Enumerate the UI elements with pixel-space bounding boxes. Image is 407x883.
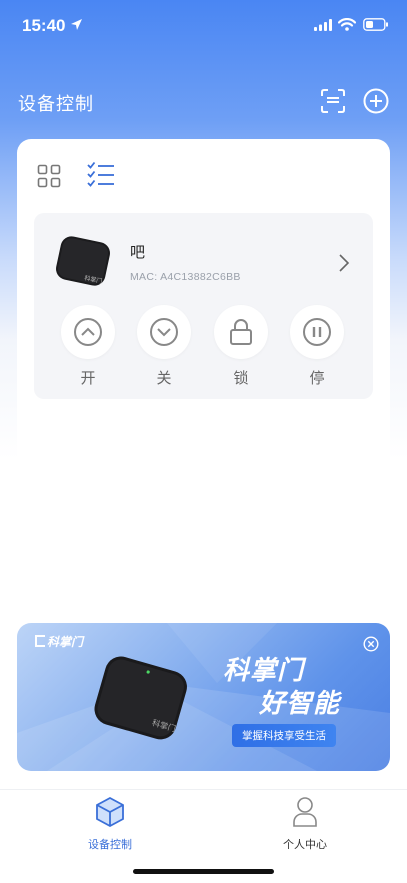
home-indicator[interactable]: [133, 869, 274, 874]
tab-device-control-label: 设备控制: [88, 838, 132, 851]
scan-icon: [321, 89, 345, 113]
banner-logo: 科掌门: [35, 633, 83, 650]
banner-title-line2: 好智能: [259, 689, 341, 719]
pause-icon: [303, 318, 331, 346]
lock-button[interactable]: 锁: [213, 305, 269, 388]
banner-title-line1: 科掌门: [223, 656, 305, 686]
chevron-down-circle-icon: [150, 318, 178, 346]
add-circle-icon: [363, 88, 389, 114]
stop-label: 停: [309, 369, 325, 387]
open-button[interactable]: 开: [60, 305, 116, 388]
device-image: 科掌门: [56, 236, 110, 286]
add-device-button[interactable]: [362, 87, 390, 115]
banner-slogan: 掌握科技享受生活: [232, 724, 336, 747]
status-bar: 15:40: [0, 0, 407, 52]
banner-device-image: 科掌门: [94, 656, 187, 740]
device-list-card: 科掌门 吧 MAC: A4C13882C6BB 开 关 锁 停: [17, 139, 390, 629]
tab-profile[interactable]: 个人中心: [245, 796, 365, 852]
cube-icon: [96, 796, 124, 828]
device-mac: MAC: A4C13882C6BB: [130, 271, 241, 283]
close-icon[interactable]: [363, 636, 379, 652]
promo-banner[interactable]: 科掌门 科掌门 科掌门 好智能 掌握科技享受生活: [17, 623, 390, 771]
lock-icon: [230, 319, 252, 345]
chevron-up-circle-icon: [74, 318, 102, 346]
stop-button[interactable]: 停: [289, 305, 345, 388]
status-time: 15:40: [22, 16, 66, 35]
page-title: 设备控制: [18, 94, 94, 115]
person-icon: [293, 797, 317, 827]
wifi-icon: [338, 18, 356, 31]
location-arrow-icon: [71, 19, 82, 30]
lock-label: 锁: [233, 369, 249, 387]
logo-mark-icon: [35, 635, 45, 647]
tab-device-control[interactable]: 设备控制: [50, 796, 170, 852]
grid-view-icon[interactable]: [37, 164, 61, 188]
signal-icon: [314, 19, 332, 31]
device-card[interactable]: 科掌门 吧 MAC: A4C13882C6BB 开 关 锁 停: [34, 213, 373, 399]
banner-logo-text: 科掌门: [47, 635, 84, 649]
scan-button[interactable]: [320, 88, 346, 114]
battery-icon: [363, 18, 388, 31]
device-name: 吧: [130, 243, 146, 261]
open-label: 开: [80, 369, 96, 387]
close-label: 关: [156, 369, 172, 387]
chevron-right-icon[interactable]: [338, 253, 350, 273]
close-button[interactable]: 关: [136, 305, 192, 388]
tab-profile-label: 个人中心: [283, 838, 327, 851]
list-view-icon[interactable]: [87, 161, 115, 187]
